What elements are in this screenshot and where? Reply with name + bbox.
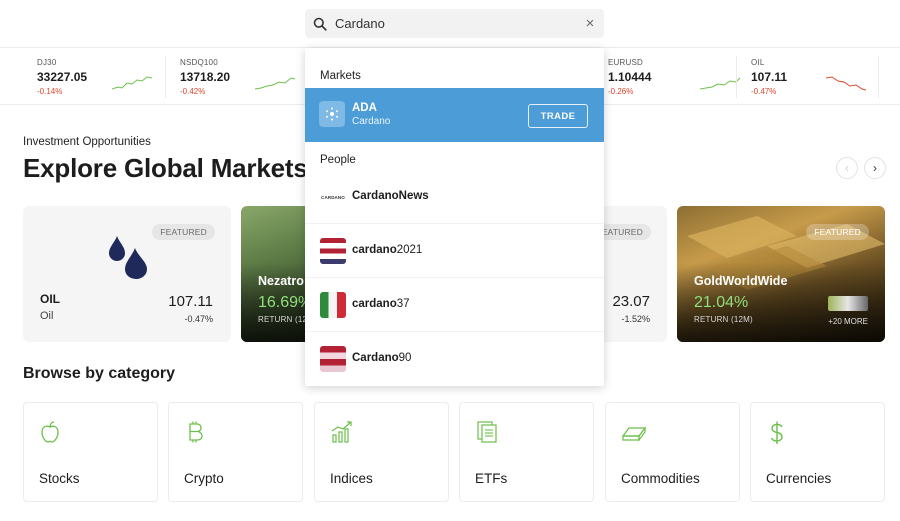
documents-icon xyxy=(477,421,497,443)
ticker-symbol: OIL xyxy=(751,58,765,67)
category-stocks[interactable]: Stocks xyxy=(23,402,158,502)
carousel-next-button[interactable]: › xyxy=(864,157,886,179)
ticker-change: -0.14% xyxy=(37,87,63,96)
card-change: -0.47% xyxy=(184,314,213,324)
person-name: CardanoNews xyxy=(352,190,429,202)
card-price: 107.11 xyxy=(168,293,213,310)
ticker-change: -0.42% xyxy=(180,87,206,96)
ticker-divider xyxy=(165,56,166,98)
search-result-person[interactable]: cardano2021 xyxy=(305,224,604,278)
avatar: CARDANO xyxy=(320,184,346,210)
oil-drops-icon xyxy=(109,236,147,279)
people-heading: People xyxy=(320,154,356,166)
category-crypto[interactable]: Crypto xyxy=(168,402,303,502)
sparkline-icon xyxy=(255,77,295,90)
category-label: Indices xyxy=(330,471,373,486)
ticker-symbol: EURUSD xyxy=(608,58,643,67)
category-label: Currencies xyxy=(766,471,832,486)
category-label: ETFs xyxy=(475,471,508,486)
card-return-pct: 21.04% xyxy=(694,294,749,311)
bitcoin-icon xyxy=(189,421,203,443)
search-input[interactable] xyxy=(335,9,576,38)
markets-heading: Markets xyxy=(320,70,361,82)
search-result-ada[interactable]: ADA Cardano TRADE xyxy=(305,88,604,142)
copiers-avatars xyxy=(828,296,868,311)
category-label: Commodities xyxy=(621,471,700,486)
card-name: Nezatro xyxy=(258,274,304,288)
category-label: Crypto xyxy=(184,471,224,486)
ticker-item-eurusd[interactable]: EURUSD 1.10444 -0.26% xyxy=(608,58,748,98)
person-name: cardano37 xyxy=(352,298,410,310)
avatar xyxy=(320,346,346,372)
avatar xyxy=(320,292,346,318)
search-box[interactable]: × xyxy=(305,9,604,38)
growth-chart-icon xyxy=(331,421,352,443)
card-name: OIL xyxy=(40,292,60,306)
ticker-price: 13718.20 xyxy=(180,70,231,84)
featured-badge: FEATURED xyxy=(806,224,869,240)
market-symbol: ADA xyxy=(352,102,377,114)
search-result-person[interactable]: CARDANO CardanoNews xyxy=(305,170,604,224)
card-name: GoldWorldWide xyxy=(694,274,788,288)
category-indices[interactable]: Indices xyxy=(314,402,449,502)
search-icon xyxy=(305,17,335,31)
ticker-item-nsdq100[interactable]: NSDQ100 13718.20 -0.42% xyxy=(180,58,320,98)
carousel-prev-button[interactable]: ‹ xyxy=(836,157,858,179)
market-card-oil[interactable]: FEATURED OIL Oil 107.11 -0.47% xyxy=(23,206,231,342)
ticker-price: 107.11 xyxy=(751,70,788,84)
sparkline-icon xyxy=(112,76,152,90)
more-copiers-label: +20 MORE xyxy=(828,317,868,326)
ticker-symbol: DJ30 xyxy=(37,58,57,67)
person-name: cardano2021 xyxy=(352,244,423,256)
card-price: 23.07 xyxy=(612,293,650,310)
search-result-person[interactable]: Cardano90 xyxy=(305,332,604,386)
apple-icon xyxy=(41,421,59,443)
clear-search-icon[interactable]: × xyxy=(576,15,604,32)
cardano-logo-icon xyxy=(319,101,345,127)
trade-button[interactable]: TRADE xyxy=(528,104,588,128)
card-change: -1.52% xyxy=(621,314,650,324)
dollar-icon xyxy=(770,421,783,444)
category-commodities[interactable]: Commodities xyxy=(605,402,740,502)
sparkline-icon xyxy=(700,77,740,90)
category-currencies[interactable]: Currencies xyxy=(750,402,885,502)
ticker-divider xyxy=(736,56,737,98)
gold-bar-icon xyxy=(621,426,647,442)
ticker-price: 33227.05 xyxy=(37,70,88,84)
person-name: Cardano90 xyxy=(352,352,412,364)
market-name: Cardano xyxy=(352,116,391,127)
categories-title: Browse by category xyxy=(23,365,176,382)
category-etfs[interactable]: ETFs xyxy=(459,402,594,502)
ticker-change: -0.47% xyxy=(751,87,777,96)
search-result-person[interactable]: cardano37 xyxy=(305,278,604,332)
featured-badge: FEATURED xyxy=(152,224,215,240)
sparkline-icon xyxy=(826,76,866,91)
ticker-item-oil[interactable]: OIL 107.11 -0.47% xyxy=(751,58,891,98)
page-title: Explore Global Markets xyxy=(23,153,308,183)
category-label: Stocks xyxy=(39,471,80,486)
market-card-goldworldwide[interactable]: FEATURED GoldWorldWide 21.04% RETURN (12… xyxy=(677,206,885,342)
ticker-symbol: NSDQ100 xyxy=(180,58,218,67)
card-subtitle: Oil xyxy=(40,310,54,322)
avatar-logo-text: CARDANO xyxy=(321,194,345,200)
ticker-item-dj30[interactable]: DJ30 33227.05 -0.14% xyxy=(37,58,177,98)
section-eyebrow: Investment Opportunities xyxy=(23,136,151,148)
top-bar: × xyxy=(0,0,900,48)
search-results-dropdown: Markets ADA Cardano TRADE People CARDANO… xyxy=(305,48,604,386)
card-return-label: RETURN (12M) xyxy=(694,315,753,324)
avatar xyxy=(320,238,346,264)
ticker-divider xyxy=(878,56,879,98)
